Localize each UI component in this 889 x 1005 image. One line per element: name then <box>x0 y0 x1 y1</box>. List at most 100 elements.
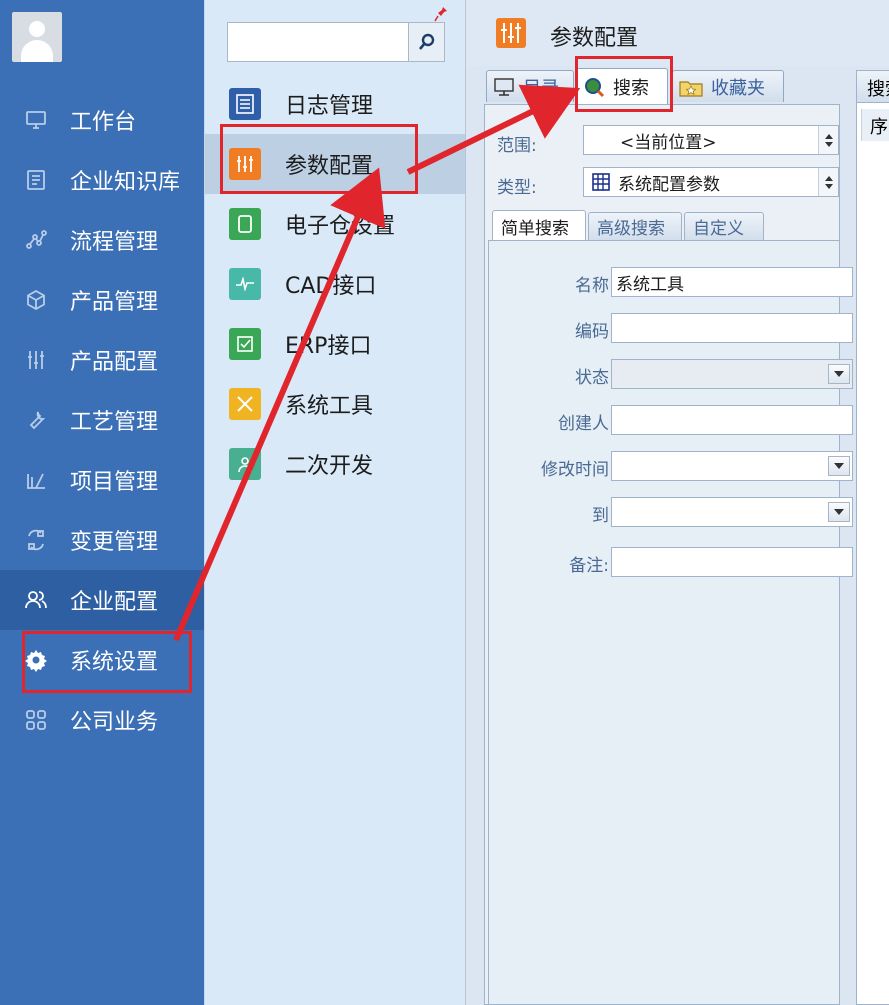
menu-item-label: CAD接口 <box>285 274 377 299</box>
nav-item-label: 产品配置 <box>70 350 159 375</box>
search-button[interactable] <box>408 23 444 61</box>
nav-item-knowledge[interactable]: 企业知识库 <box>0 150 204 210</box>
subtab-label: 高级搜索 <box>597 219 665 239</box>
scope-combo[interactable]: <当前位置> <box>583 125 839 155</box>
chevron-down-icon <box>824 141 833 147</box>
menu-search-input[interactable] <box>230 25 406 59</box>
chevron-down-icon <box>834 509 844 515</box>
status-select[interactable] <box>611 359 853 389</box>
highlight-params-config <box>220 124 418 194</box>
menu-item-cad[interactable]: CAD接口 <box>205 254 465 314</box>
avatar[interactable] <box>12 12 62 62</box>
menu-item-label: ERP接口 <box>285 334 372 359</box>
type-value: 系统配置参数 <box>618 174 720 195</box>
log-icon <box>229 88 261 120</box>
tab-catalog[interactable]: 目录 <box>486 70 574 102</box>
left-nav: 工作台 企业知识库 流程管理 产品管理 产品配置 工艺管理 项目管理 变更管理 … <box>0 0 204 1005</box>
nav-item-label: 工作台 <box>70 110 137 135</box>
highlight-search-tab <box>575 56 673 112</box>
to-date-input[interactable] <box>611 497 853 527</box>
nav-item-label: 企业知识库 <box>70 170 181 195</box>
nav-item-label: 公司业务 <box>70 710 159 735</box>
note-label: 备注: <box>569 556 609 576</box>
to-label: 到 <box>592 506 609 526</box>
scope-value: <当前位置> <box>620 132 717 153</box>
result-pane: 搜索 序 <box>856 70 889 1005</box>
result-tab[interactable]: 搜索 <box>857 71 889 103</box>
tablet-icon <box>229 208 261 240</box>
highlight-system-settings <box>22 631 192 693</box>
nav-item-workbench[interactable]: 工作台 <box>0 90 204 150</box>
subtab-advanced-search[interactable]: 高级搜索 <box>588 212 682 240</box>
chevron-up-icon <box>824 175 833 181</box>
chevron-down-icon <box>824 183 833 189</box>
flow-icon <box>0 228 70 252</box>
code-input[interactable] <box>611 313 853 343</box>
scope-label: 范围: <box>497 136 537 156</box>
chevron-down-icon <box>834 463 844 469</box>
menu-item-tools[interactable]: 系统工具 <box>205 374 465 434</box>
result-column-header[interactable]: 序 <box>861 109 889 141</box>
menu-item-label: 系统工具 <box>285 394 374 419</box>
subtab-label: 简单搜索 <box>501 218 569 239</box>
chevron-up-icon <box>824 133 833 139</box>
type-spinner[interactable] <box>818 168 838 196</box>
menu-item-label: 电子仓设置 <box>285 214 396 239</box>
nav-item-flow[interactable]: 流程管理 <box>0 210 204 270</box>
code-label: 编码 <box>575 322 609 342</box>
avatar-head <box>29 21 45 37</box>
nav-item-project[interactable]: 项目管理 <box>0 450 204 510</box>
erp-icon <box>229 328 261 360</box>
nav-item-change[interactable]: 变更管理 <box>0 510 204 570</box>
book-icon <box>0 168 70 192</box>
creator-input[interactable] <box>611 405 853 435</box>
note-input[interactable] <box>611 547 853 577</box>
status-dropdown-button[interactable] <box>828 364 850 384</box>
computer-icon <box>494 77 514 96</box>
panel-header: 参数配置 <box>466 0 889 66</box>
name-input[interactable]: 系统工具 <box>611 267 853 297</box>
nav-item-product-config[interactable]: 产品配置 <box>0 330 204 390</box>
modified-date-input[interactable] <box>611 451 853 481</box>
nav-item-business[interactable]: 公司业务 <box>0 690 204 750</box>
dev-icon <box>229 448 261 480</box>
pin-icon[interactable] <box>434 6 448 22</box>
params-icon <box>496 18 526 48</box>
subtab-label: 自定义 <box>693 219 744 239</box>
scope-spinner[interactable] <box>818 126 838 154</box>
panel-title: 参数配置 <box>550 26 639 51</box>
creator-label: 创建人 <box>558 414 609 434</box>
nav-item-enterprise-config[interactable]: 企业配置 <box>0 570 204 630</box>
menu-item-label: 二次开发 <box>285 454 374 479</box>
type-combo[interactable]: 系统配置参数 <box>583 167 839 197</box>
nav-item-label: 变更管理 <box>70 530 159 555</box>
tab-label: 收藏夹 <box>711 77 765 99</box>
folder-star-icon <box>679 80 703 97</box>
menu-item-erp[interactable]: ERP接口 <box>205 314 465 374</box>
menu-item-dev[interactable]: 二次开发 <box>205 434 465 494</box>
to-dropdown-button[interactable] <box>828 502 850 522</box>
modified-dropdown-button[interactable] <box>828 456 850 476</box>
subtab-simple-search[interactable]: 简单搜索 <box>492 210 586 241</box>
menu-item-edoc[interactable]: 电子仓设置 <box>205 194 465 254</box>
name-label: 名称 <box>575 276 609 296</box>
grid-icon <box>0 708 70 732</box>
cad-icon <box>229 268 261 300</box>
users-icon <box>0 588 70 612</box>
nav-item-label: 项目管理 <box>70 470 159 495</box>
chart-icon <box>0 468 70 492</box>
nav-item-product[interactable]: 产品管理 <box>0 270 204 330</box>
nav-item-label: 工艺管理 <box>70 410 159 435</box>
search-icon <box>418 33 434 50</box>
tools-icon <box>229 388 261 420</box>
params-config-panel: 参数配置 目录 搜索 收藏夹 范围: <当前位置> 类型: 系统配置参数 简单搜… <box>465 0 889 1005</box>
type-label: 类型: <box>497 178 537 198</box>
subtab-custom[interactable]: 自定义 <box>684 212 764 240</box>
avatar-body <box>21 40 53 62</box>
chevron-down-icon <box>834 371 844 377</box>
nav-item-label: 产品管理 <box>70 290 159 315</box>
tab-favorites[interactable]: 收藏夹 <box>672 70 784 102</box>
param-table-icon <box>592 173 610 191</box>
nav-item-process[interactable]: 工艺管理 <box>0 390 204 450</box>
menu-search-box <box>227 22 445 62</box>
